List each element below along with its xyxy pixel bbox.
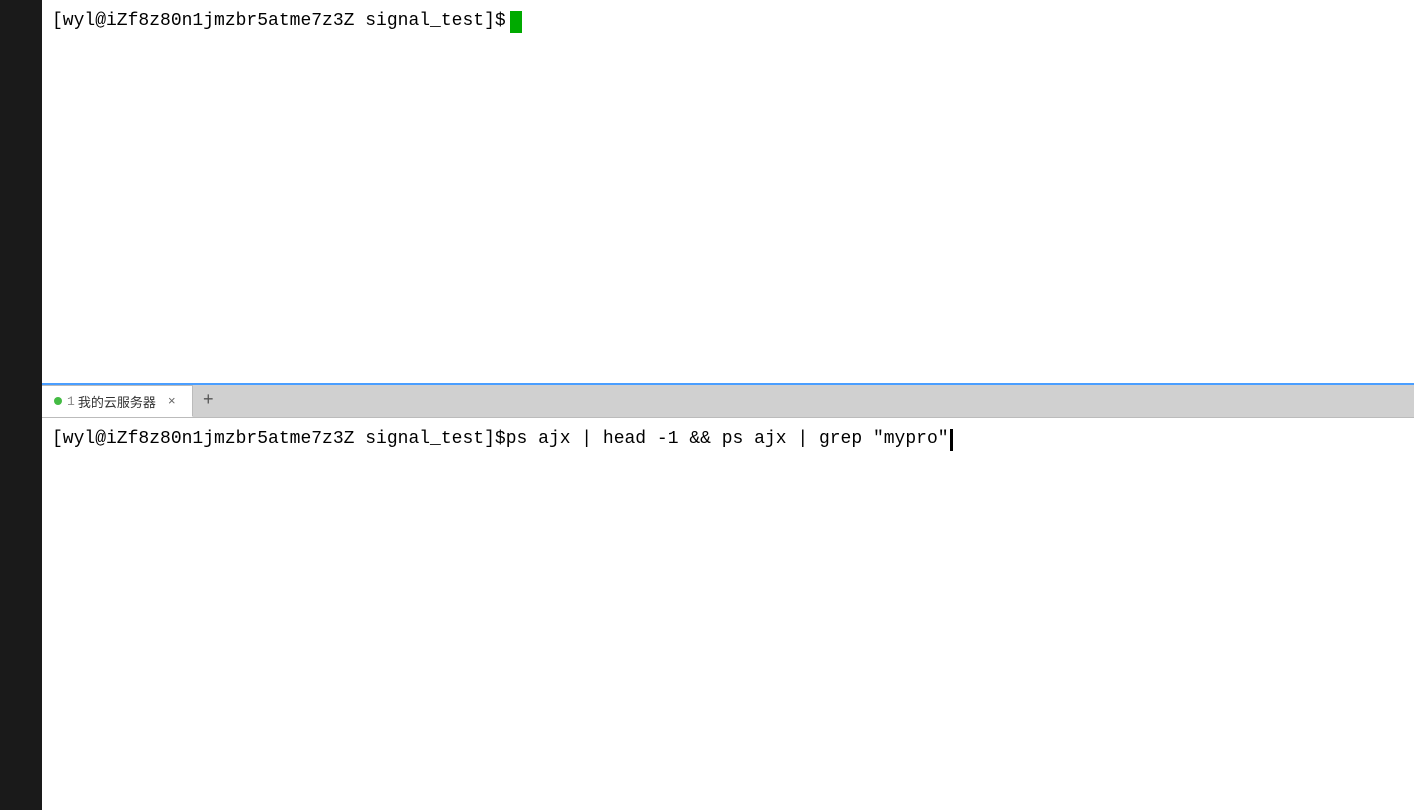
bottom-prompt-line: [wyl@iZf8z80n1jmzbr5atme7z3Z signal_test… [52,426,1404,453]
top-pane: [wyl@iZf8z80n1jmzbr5atme7z3Z signal_test… [42,0,1414,385]
tab-status-dot [54,397,62,405]
tab-close-button[interactable]: × [164,393,180,409]
bottom-cursor [950,429,953,451]
terminal-wrapper: [wyl@iZf8z80n1jmzbr5atme7z3Z signal_test… [0,0,1414,810]
tab-add-button[interactable]: + [193,385,224,417]
bottom-prompt-text: [wyl@iZf8z80n1jmzbr5atme7z3Z signal_test… [52,426,506,453]
top-prompt-line[interactable]: [wyl@iZf8z80n1jmzbr5atme7z3Z signal_test… [52,8,522,35]
tab-bar: 1 我的云服务器 × + [42,385,1414,418]
top-pane-content: [wyl@iZf8z80n1jmzbr5atme7z3Z signal_test… [52,8,1404,35]
top-cursor [510,11,522,33]
bottom-pane[interactable]: [wyl@iZf8z80n1jmzbr5atme7z3Z signal_test… [42,418,1414,810]
tab-title: 我的云服务器 [78,392,156,411]
tab-item-1[interactable]: 1 我的云服务器 × [42,385,193,417]
top-prompt-text: [wyl@iZf8z80n1jmzbr5atme7z3Z signal_test… [52,8,506,35]
terminal-area: [wyl@iZf8z80n1jmzbr5atme7z3Z signal_test… [42,0,1414,810]
bottom-command-text: ps ajx | head -1 && ps ajx | grep "mypro… [506,426,949,453]
tab-number: 1 [67,394,75,409]
left-sidebar [0,0,42,810]
